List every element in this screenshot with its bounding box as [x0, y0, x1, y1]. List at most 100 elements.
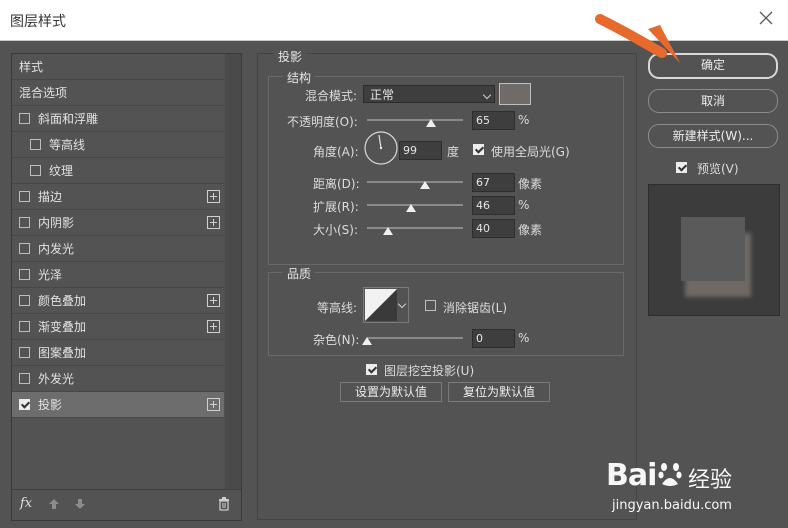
chevron-down-icon [397, 299, 407, 309]
opacity-slider-thumb[interactable] [426, 119, 436, 127]
sidebar-item-label: 渐变叠加 [38, 320, 87, 334]
angle-unit: 度 [447, 145, 460, 159]
sidebar-item[interactable]: 外发光 [12, 366, 224, 392]
contour-picker[interactable] [363, 287, 409, 323]
sidebar-item-checkbox[interactable] [30, 139, 41, 150]
sidebar-item-label: 图案叠加 [38, 346, 87, 360]
sidebar-item-checkbox[interactable] [19, 269, 30, 280]
add-effect-icon[interactable] [207, 190, 220, 203]
global-light-checkbox[interactable] [473, 144, 484, 155]
angle-dial[interactable] [363, 130, 399, 166]
make-default-button[interactable]: 设置为默认值 [340, 382, 442, 402]
size-slider[interactable] [367, 227, 463, 229]
drop-shadow-panel: 投影 结构 混合模式: 正常 不透明度(O): 65 % 角度(A): 99 度 [257, 48, 637, 520]
chevron-down-icon [482, 90, 492, 100]
antialias-label: 消除锯齿(L) [443, 301, 508, 315]
sidebar-item[interactable]: 光泽 [12, 262, 224, 288]
arrow-annotation [595, 14, 680, 63]
size-input[interactable]: 40 [472, 219, 515, 238]
sidebar-item-checkbox[interactable] [19, 113, 30, 124]
noise-slider-thumb[interactable] [362, 337, 372, 345]
knockout-checkbox[interactable] [366, 364, 377, 375]
sidebar-item-checkbox[interactable] [19, 321, 30, 332]
spread-slider-thumb[interactable] [406, 204, 416, 212]
sidebar-item-label: 描边 [38, 190, 63, 204]
new-style-button[interactable]: 新建样式(W)... [648, 124, 778, 148]
layer-style-dialog: 样式混合选项斜面和浮雕等高线纹理描边内阴影内发光光泽颜色叠加渐变叠加图案叠加外发… [0, 14, 788, 528]
sidebar-item[interactable]: 内阴影 [12, 210, 224, 236]
shadow-color-swatch[interactable] [499, 83, 531, 105]
sidebar-item[interactable]: 等高线 [12, 132, 224, 158]
sidebar-item-checkbox[interactable] [19, 191, 30, 202]
sidebar-item[interactable]: 混合选项 [12, 80, 224, 106]
sidebar-item-label: 内阴影 [38, 216, 75, 230]
preview-label: 预览(V) [697, 162, 739, 176]
close-icon[interactable] [758, 10, 774, 26]
distance-input[interactable]: 67 [472, 173, 515, 192]
sidebar-item-checkbox[interactable] [19, 295, 30, 306]
quality-group: 品质 等高线: 消除锯齿(L) 杂色(N): 0 % [268, 265, 624, 356]
noise-input[interactable]: 0 [472, 329, 515, 348]
sidebar-item-checkbox[interactable] [19, 217, 30, 228]
sidebar-item-label: 颜色叠加 [38, 294, 87, 308]
sidebar-item[interactable]: 描边 [12, 184, 224, 210]
sidebar-item-label: 混合选项 [19, 86, 68, 100]
add-effect-icon[interactable] [207, 216, 220, 229]
sidebar-item-checkbox[interactable] [19, 399, 30, 410]
angle-input[interactable]: 99 [399, 141, 442, 160]
distance-slider-thumb[interactable] [420, 181, 430, 189]
antialias-checkbox[interactable] [425, 300, 436, 311]
add-effect-icon[interactable] [207, 398, 220, 411]
watermark-brand: Bai [606, 458, 657, 493]
sidebar-item-label: 纹理 [49, 164, 74, 178]
move-down-icon[interactable] [74, 498, 86, 510]
structure-title: 结构 [283, 69, 316, 86]
reset-default-button[interactable]: 复位为默认值 [448, 382, 550, 402]
global-light-label: 使用全局光(G) [491, 145, 570, 159]
contour-label: 等高线: [317, 301, 358, 315]
sidebar-item-label: 内发光 [38, 242, 75, 256]
sidebar-item[interactable]: 样式 [12, 54, 224, 80]
noise-unit: % [518, 331, 530, 345]
noise-label: 杂色(N): [313, 333, 360, 347]
sidebar-item-checkbox[interactable] [19, 347, 30, 358]
add-effect-icon[interactable] [207, 294, 220, 307]
opacity-input[interactable]: 65 [472, 111, 515, 130]
fx-button[interactable]: fx [20, 496, 32, 511]
quality-title: 品质 [283, 265, 316, 282]
spread-input[interactable]: 46 [472, 196, 515, 215]
sidebar-item-checkbox[interactable] [19, 243, 30, 254]
add-effect-icon[interactable] [207, 320, 220, 333]
style-preview [648, 184, 780, 316]
size-slider-thumb[interactable] [383, 227, 393, 235]
distance-label: 距离(D): [313, 177, 360, 191]
trash-icon[interactable] [218, 497, 230, 511]
sidebar-item-checkbox[interactable] [30, 165, 41, 176]
sidebar-item-label: 斜面和浮雕 [38, 112, 99, 126]
blend-mode-select[interactable]: 正常 [363, 85, 495, 103]
sidebar-item-label: 外发光 [38, 372, 75, 386]
noise-slider[interactable] [367, 337, 463, 339]
move-up-icon[interactable] [48, 498, 60, 510]
spread-unit: % [518, 198, 530, 212]
sidebar-item-checkbox[interactable] [19, 373, 30, 384]
sidebar-item[interactable]: 渐变叠加 [12, 314, 224, 340]
sidebar-item[interactable]: 颜色叠加 [12, 288, 224, 314]
sidebar-item[interactable]: 内发光 [12, 236, 224, 262]
sidebar-item[interactable]: 斜面和浮雕 [12, 106, 224, 132]
sidebar-item-label: 光泽 [38, 268, 63, 282]
cancel-button[interactable]: 取消 [648, 89, 778, 113]
angle-label: 角度(A): [313, 145, 359, 159]
preview-checkbox[interactable] [676, 162, 687, 173]
sidebar-item[interactable]: 图案叠加 [12, 340, 224, 366]
style-list: 样式混合选项斜面和浮雕等高线纹理描边内阴影内发光光泽颜色叠加渐变叠加图案叠加外发… [12, 54, 224, 418]
distance-slider[interactable] [367, 181, 463, 183]
sidebar-item[interactable]: 投影 [12, 392, 224, 418]
sidebar-item-label: 投影 [38, 398, 63, 412]
blend-mode-label: 混合模式: [305, 89, 358, 103]
paw-icon [658, 463, 682, 486]
scrollbar[interactable] [225, 54, 241, 490]
opacity-slider[interactable] [367, 119, 463, 121]
sidebar-item[interactable]: 纹理 [12, 158, 224, 184]
preview-swatch [681, 217, 745, 281]
